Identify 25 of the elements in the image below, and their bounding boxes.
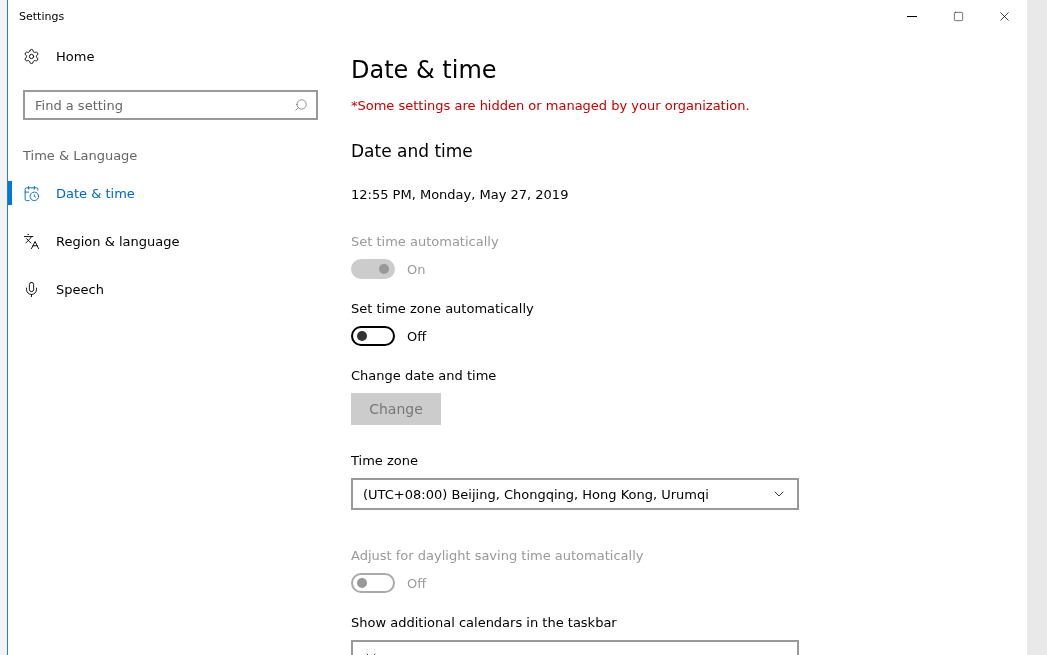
setting-label: Show additional calendars in the taskbar [351, 615, 618, 630]
section-heading: Date and time [351, 141, 474, 161]
setting-label: Set time automatically [351, 234, 500, 249]
setting-label: Change date and time [351, 368, 498, 383]
policy-notice: *Some settings are hidden or managed by your organization. [351, 98, 751, 113]
minus-icon [907, 15, 917, 17]
section-heading: Time & Language [23, 148, 139, 163]
current-date-time: 12:55 PM, Monday, May 27, 2019 [351, 187, 570, 202]
page-title: Date & time [351, 56, 498, 84]
search-icon [294, 98, 308, 112]
search-field[interactable]: Find a setting [23, 90, 318, 120]
setting-label: Time zone [351, 453, 419, 468]
square-icon [952, 10, 964, 22]
microphone-icon [23, 280, 40, 298]
dropdown[interactable]: (UTC+08:00) Beijing, Chongqing, Hong Kong, Urumqi [351, 478, 799, 510]
toggle-state-text: Off [407, 575, 427, 591]
window-title: Settings [19, 9, 65, 23]
settings-icon [23, 47, 40, 65]
setting-label: Set time zone automatically [351, 301, 535, 316]
calendar-clock-icon [23, 184, 40, 202]
toggle-state-text: Off [407, 328, 427, 344]
language-icon [23, 232, 40, 250]
toggle-state-text: On [407, 261, 426, 277]
setting-label: Adjust for daylight saving time automatically [351, 548, 645, 563]
toggle-switch[interactable] [351, 326, 395, 346]
